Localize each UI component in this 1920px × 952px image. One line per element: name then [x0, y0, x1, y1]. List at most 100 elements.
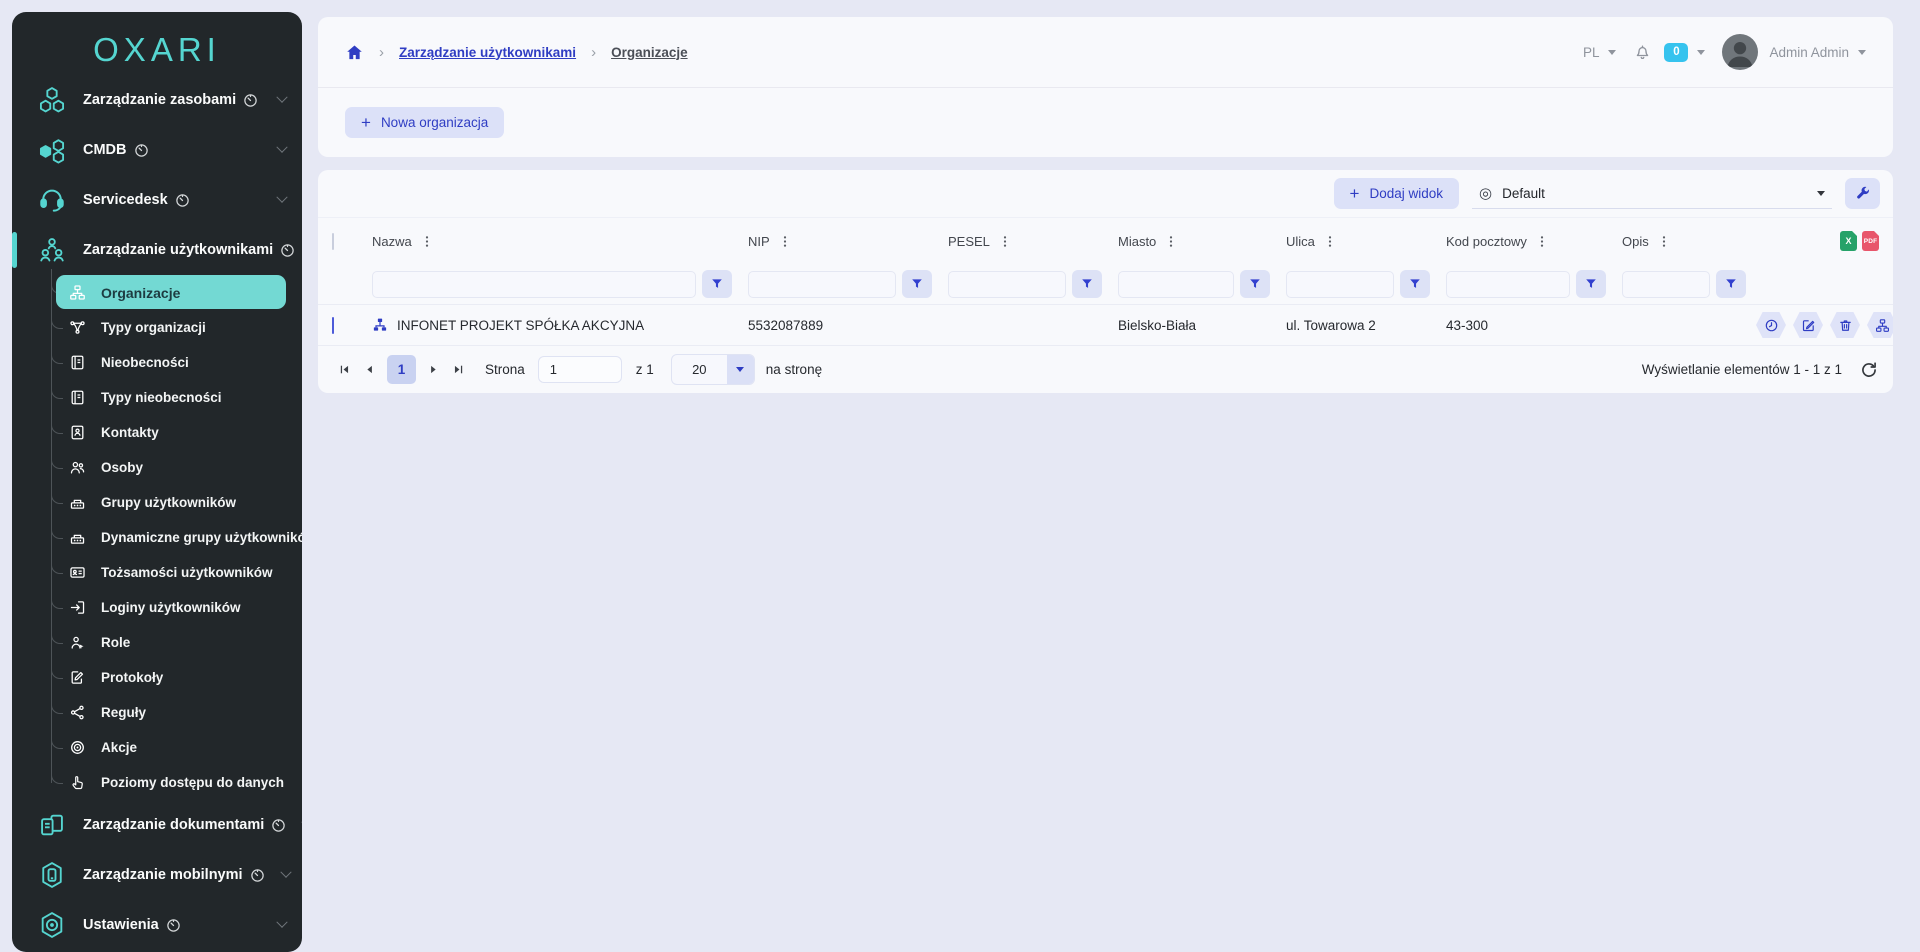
sidebar-item-organizacje[interactable]: Organizacje	[12, 275, 302, 310]
filter-button-opis[interactable]	[1716, 270, 1746, 298]
column-menu-icon[interactable]	[1164, 234, 1178, 249]
sidebar-item-tozsamosci[interactable]: Tożsamości użytkowników	[12, 555, 302, 590]
select-all-checkbox[interactable]	[332, 233, 334, 250]
sidebar-item-protokoly[interactable]: Protokoły	[12, 660, 302, 695]
sitemap-icon	[1875, 318, 1890, 333]
sidebar-item-dynamiczne-grupy[interactable]: Dynamiczne grupy użytkowników	[12, 520, 302, 555]
filter-button-miasto[interactable]	[1240, 270, 1270, 298]
sidebar-item-kontakty[interactable]: Kontakty	[12, 415, 302, 450]
items-summary: Wyświetlanie elementów 1 - 1 z 1	[1642, 362, 1842, 377]
column-menu-icon[interactable]	[1657, 234, 1671, 249]
filter-button-ulica[interactable]	[1400, 270, 1430, 298]
sidebar-item-reguly[interactable]: Reguły	[12, 695, 302, 730]
notification-count-badge[interactable]: 0	[1664, 43, 1688, 62]
sidebar-item-nieobecnosci[interactable]: Nieobecności	[12, 345, 302, 380]
filter-input-ulica[interactable]	[1286, 271, 1394, 298]
cell-nip: 5532087889	[748, 318, 823, 333]
view-settings-button[interactable]	[1845, 178, 1880, 209]
table-row[interactable]: INFONET PROJEKT SPÓŁKA AKCYJNA 553208788…	[318, 304, 1893, 346]
row-checkbox[interactable]	[332, 317, 334, 334]
sidebar-item-label: Zarządzanie użytkownikami	[83, 242, 273, 258]
column-menu-icon[interactable]	[998, 234, 1012, 249]
first-page-button[interactable]	[332, 357, 357, 382]
sidebar-item-akcje[interactable]: Akcje	[12, 730, 302, 765]
filter-input-nazwa[interactable]	[372, 271, 696, 298]
column-menu-icon[interactable]	[1323, 234, 1337, 249]
home-icon[interactable]	[345, 43, 364, 62]
sidebar-item-zarzadzanie-zasobami[interactable]: Zarządzanie zasobami	[12, 75, 302, 125]
pagination-bar: 1 Strona z 1 20 na stronę Wyświetlanie e…	[318, 346, 1893, 393]
chevron-down-icon	[280, 867, 291, 878]
breadcrumb-link-users[interactable]: Zarządzanie użytkownikami	[399, 45, 576, 60]
sidebar-item-ustawienia[interactable]: Ustawienia	[12, 900, 302, 950]
sidebar-item-zarzadzanie-uzytkownikami[interactable]: Zarządzanie użytkownikami	[12, 225, 302, 275]
chevron-down-icon[interactable]	[1858, 50, 1866, 55]
row-history-button[interactable]	[1756, 312, 1786, 338]
funnel-icon	[910, 277, 924, 291]
refresh-button[interactable]	[1859, 360, 1879, 380]
add-view-button[interactable]: + Dodaj widok	[1334, 178, 1459, 209]
page-size-select[interactable]: 20	[671, 354, 755, 385]
sidebar-item-role[interactable]: Role	[12, 625, 302, 660]
document-edit-icon	[69, 669, 86, 686]
target-icon	[69, 739, 86, 756]
last-page-button[interactable]	[446, 357, 471, 382]
filter-input-miasto[interactable]	[1118, 271, 1234, 298]
contact-book-icon	[69, 424, 86, 441]
filter-input-nip[interactable]	[748, 271, 896, 298]
user-name: Admin Admin	[1769, 45, 1849, 60]
sidebar: OXARI Zarządzanie zasobami CMDB Serviced…	[12, 12, 302, 952]
column-header-kod-pocztowy: Kod pocztowy	[1446, 234, 1527, 249]
filter-input-kod-pocztowy[interactable]	[1446, 271, 1570, 298]
filter-button-kod-pocztowy[interactable]	[1576, 270, 1606, 298]
row-structure-button[interactable]	[1867, 312, 1893, 338]
avatar[interactable]	[1722, 34, 1758, 70]
page-number-input[interactable]	[538, 356, 622, 383]
total-pages-label: z 1	[636, 362, 654, 377]
documents-icon	[38, 811, 66, 839]
new-organization-button[interactable]: + Nowa organizacja	[345, 107, 504, 138]
new-organization-label: Nowa organizacja	[381, 115, 488, 130]
sidebar-item-cmdb[interactable]: CMDB	[12, 125, 302, 175]
funnel-icon	[1724, 277, 1738, 291]
sidebar-item-poziomy-dostepu[interactable]: Poziomy dostępu do danych	[12, 765, 302, 800]
mobile-icon	[38, 861, 66, 889]
sidebar-item-typy-nieobecnosci[interactable]: Typy nieobecności	[12, 380, 302, 415]
sidebar-item-zarzadzanie-dokumentami[interactable]: Zarządzanie dokumentami	[12, 800, 302, 850]
chevron-down-icon[interactable]	[1697, 50, 1705, 55]
row-edit-button[interactable]	[1793, 312, 1823, 338]
export-excel-icon[interactable]: X	[1840, 231, 1857, 251]
gauge-icon	[134, 143, 149, 158]
active-section-indicator	[12, 232, 17, 268]
next-page-button[interactable]	[421, 357, 446, 382]
sidebar-item-label: Osoby	[101, 460, 143, 475]
notifications-bell-icon[interactable]	[1633, 43, 1652, 62]
sidebar-item-zarzadzanie-mobilnymi[interactable]: Zarządzanie mobilnymi	[12, 850, 302, 900]
funnel-icon	[1080, 277, 1094, 291]
language-selector[interactable]: PL	[1583, 45, 1600, 60]
login-icon	[69, 599, 86, 616]
sidebar-item-osoby[interactable]: Osoby	[12, 450, 302, 485]
column-menu-icon[interactable]	[778, 234, 792, 249]
sidebar-item-servicedesk[interactable]: Servicedesk	[12, 175, 302, 225]
column-menu-icon[interactable]	[1535, 234, 1549, 249]
breadcrumb-current[interactable]: Organizacje	[611, 45, 688, 60]
filter-button-nazwa[interactable]	[702, 270, 732, 298]
sidebar-item-label: Loginy użytkowników	[101, 600, 241, 615]
view-selector[interactable]: ◎ Default	[1472, 178, 1832, 209]
sidebar-item-typy-organizacji[interactable]: Typy organizacji	[12, 310, 302, 345]
table-card: + Dodaj widok ◎ Default Nazwa NIP PESEL …	[318, 170, 1893, 393]
column-menu-icon[interactable]	[420, 234, 434, 249]
previous-page-button[interactable]	[357, 357, 382, 382]
page-number-button[interactable]: 1	[387, 355, 416, 384]
sidebar-item-loginy[interactable]: Loginy użytkowników	[12, 590, 302, 625]
filter-input-pesel[interactable]	[948, 271, 1066, 298]
sidebar-item-grupy-uzytkownikow[interactable]: Grupy użytkowników	[12, 485, 302, 520]
column-header-ulica: Ulica	[1286, 234, 1315, 249]
export-pdf-icon[interactable]: PDF	[1862, 231, 1879, 251]
sidebar-item-label: Servicedesk	[83, 192, 168, 208]
row-delete-button[interactable]	[1830, 312, 1860, 338]
filter-button-pesel[interactable]	[1072, 270, 1102, 298]
filter-input-opis[interactable]	[1622, 271, 1710, 298]
filter-button-nip[interactable]	[902, 270, 932, 298]
